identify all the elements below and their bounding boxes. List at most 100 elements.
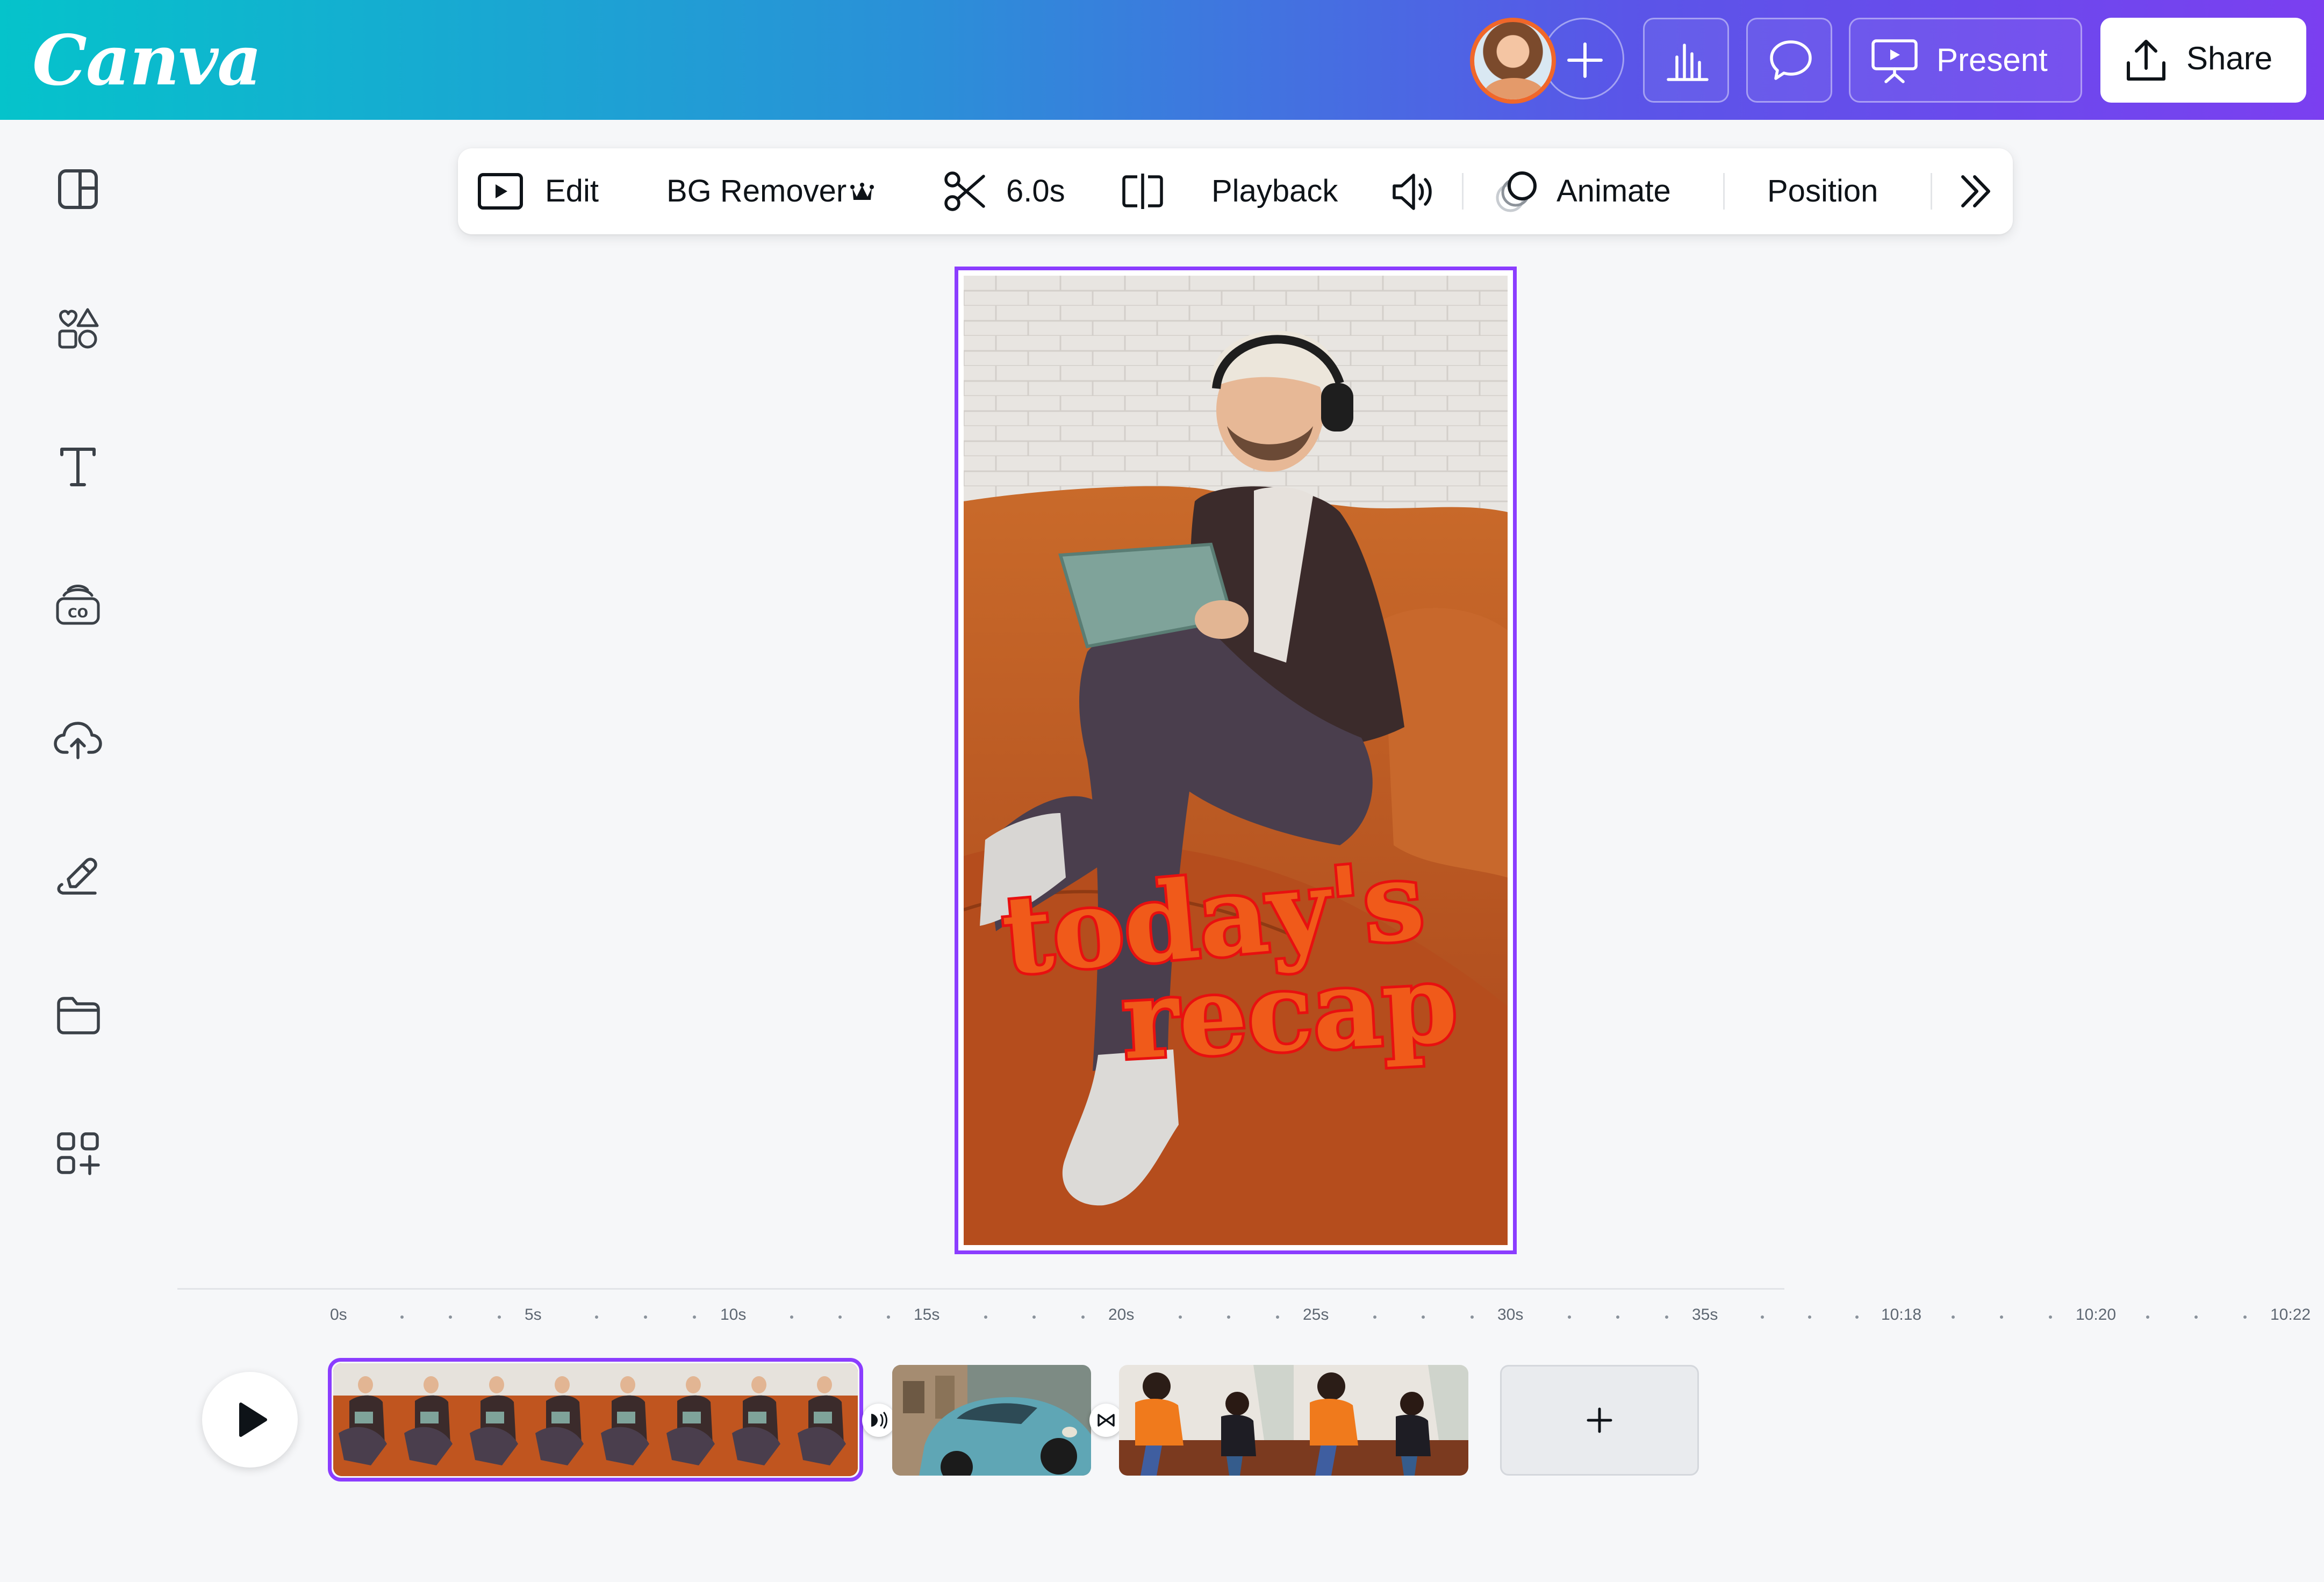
- sidebar-item-apps[interactable]: [52, 1127, 104, 1179]
- toolbar-divider: [1931, 173, 1932, 210]
- ruler-tick: [887, 1315, 890, 1319]
- canvas-photo: today's recap: [964, 276, 1508, 1245]
- insights-button[interactable]: [1643, 18, 1729, 103]
- sidebar-item-draw[interactable]: [52, 851, 104, 903]
- add-clip-button[interactable]: [1500, 1365, 1699, 1476]
- transition-button[interactable]: [862, 1404, 895, 1437]
- ruler-tick: [838, 1315, 842, 1319]
- ruler-tick: [1422, 1315, 1425, 1319]
- ruler-tick: [2049, 1315, 2052, 1319]
- top-bar: Canva Present Share: [0, 0, 2324, 120]
- position-button[interactable]: Position: [1753, 148, 1893, 234]
- duration-label: 6.0s: [1006, 174, 1065, 208]
- timeline-divider: [177, 1288, 1784, 1290]
- apps-grid-plus-icon: [57, 1132, 100, 1175]
- edit-button[interactable]: Edit: [458, 148, 614, 234]
- plus-icon: [1587, 1407, 1612, 1433]
- volume-button[interactable]: [1389, 148, 1448, 234]
- ruler-label: 10:20: [2076, 1306, 2117, 1324]
- ruler-label: 35s: [1692, 1306, 1718, 1324]
- ruler-tick: [1855, 1315, 1859, 1319]
- transition-button[interactable]: [1089, 1404, 1123, 1437]
- folder-icon: [57, 997, 100, 1034]
- ruler-label: 10:18: [1881, 1306, 1922, 1324]
- element-toolbar: Edit BG Remover 6.0s Playback Animate Po…: [458, 148, 2013, 234]
- cloud-upload-icon: [54, 722, 102, 759]
- trim-duration-button[interactable]: 6.0s: [939, 148, 1122, 234]
- animate-button[interactable]: Animate: [1490, 148, 1673, 234]
- split-icon: [1122, 174, 1163, 209]
- canva-logo[interactable]: Canva: [32, 15, 262, 106]
- video-frame[interactable]: today's recap: [964, 276, 1508, 1245]
- more-options-button[interactable]: [1947, 148, 2006, 234]
- split-button[interactable]: [1118, 148, 1188, 234]
- animate-circles-icon: [1496, 171, 1537, 212]
- ruler-tick: [498, 1315, 501, 1319]
- hand: [1195, 600, 1249, 639]
- position-label: Position: [1767, 174, 1878, 208]
- brand-kit-icon: CO: [56, 585, 100, 625]
- ruler-tick: [595, 1315, 598, 1319]
- double-chevron-right-icon: [1961, 175, 1990, 207]
- svg-text:CO: CO: [68, 606, 88, 621]
- elements-shapes-icon: [58, 308, 99, 349]
- playback-button[interactable]: Playback: [1200, 148, 1339, 234]
- ruler-tick: [693, 1315, 696, 1319]
- sidebar-item-design[interactable]: [52, 163, 104, 215]
- ruler-label: 25s: [1303, 1306, 1329, 1324]
- share-button[interactable]: Share: [2100, 18, 2306, 103]
- share-label: Share: [2186, 40, 2273, 76]
- ruler-tick: [2194, 1315, 2198, 1319]
- sidebar-item-uploads[interactable]: [52, 713, 104, 764]
- play-button[interactable]: [202, 1372, 298, 1468]
- ruler-tick: [644, 1315, 647, 1319]
- present-label: Present: [1936, 42, 2048, 78]
- ruler-tick: [2000, 1315, 2003, 1319]
- ruler-label: 5s: [525, 1306, 542, 1324]
- ruler-label: 10s: [720, 1306, 747, 1324]
- sidebar-item-text[interactable]: [52, 441, 104, 492]
- toolbar-divider: [1462, 173, 1464, 210]
- ruler-tick: [1808, 1315, 1811, 1319]
- text-icon: [60, 448, 96, 486]
- crown-icon: [850, 183, 874, 200]
- ruler-label: 15s: [914, 1306, 940, 1324]
- present-screen-icon: [1871, 39, 1918, 83]
- ruler-tick: [400, 1315, 404, 1319]
- ruler-tick: [984, 1315, 987, 1319]
- sofa-arm: [1383, 608, 1508, 878]
- headphones-cup: [1321, 383, 1353, 432]
- speaker-icon: [1393, 174, 1432, 210]
- ruler-label: 0s: [330, 1306, 347, 1324]
- present-button[interactable]: Present: [1849, 18, 2082, 103]
- draw-pen-icon: [57, 858, 97, 895]
- ruler-tick: [790, 1315, 793, 1319]
- clip-people-thumbnail: [1119, 1365, 1468, 1476]
- ruler-tick: [1616, 1315, 1619, 1319]
- scissors-icon: [944, 171, 985, 211]
- sidebar-item-projects[interactable]: [52, 989, 104, 1040]
- sidebar-item-elements[interactable]: [52, 302, 104, 354]
- bar-chart-icon: [1667, 44, 1709, 81]
- ruler-tick: [1081, 1315, 1085, 1319]
- caption-line-2[interactable]: recap: [1116, 938, 1463, 1087]
- toolbar-divider: [1723, 173, 1725, 210]
- bg-remover-button[interactable]: BG Remover: [657, 148, 888, 234]
- ruler-tick: [1179, 1315, 1182, 1319]
- ruler-tick: [1568, 1315, 1571, 1319]
- design-canvas[interactable]: today's recap: [955, 267, 1517, 1254]
- bowtie-transition-icon: [1098, 1414, 1115, 1427]
- sidebar-item-brand[interactable]: CO: [52, 578, 104, 630]
- comments-button[interactable]: [1746, 18, 1832, 103]
- timeline-clip-2[interactable]: [892, 1365, 1091, 1476]
- ruler-tick: [2146, 1315, 2149, 1319]
- ruler-label: 10:22: [2270, 1306, 2311, 1324]
- ruler-tick: [1761, 1315, 1764, 1319]
- playback-label: Playback: [1211, 174, 1338, 208]
- timeline-clip-3[interactable]: [1119, 1365, 1468, 1476]
- clip-car-thumbnail: [892, 1365, 1091, 1476]
- ruler-label: 20s: [1108, 1306, 1135, 1324]
- ruler-tick: [1471, 1315, 1474, 1319]
- animate-label: Animate: [1556, 174, 1671, 208]
- user-avatar[interactable]: [1470, 18, 1556, 104]
